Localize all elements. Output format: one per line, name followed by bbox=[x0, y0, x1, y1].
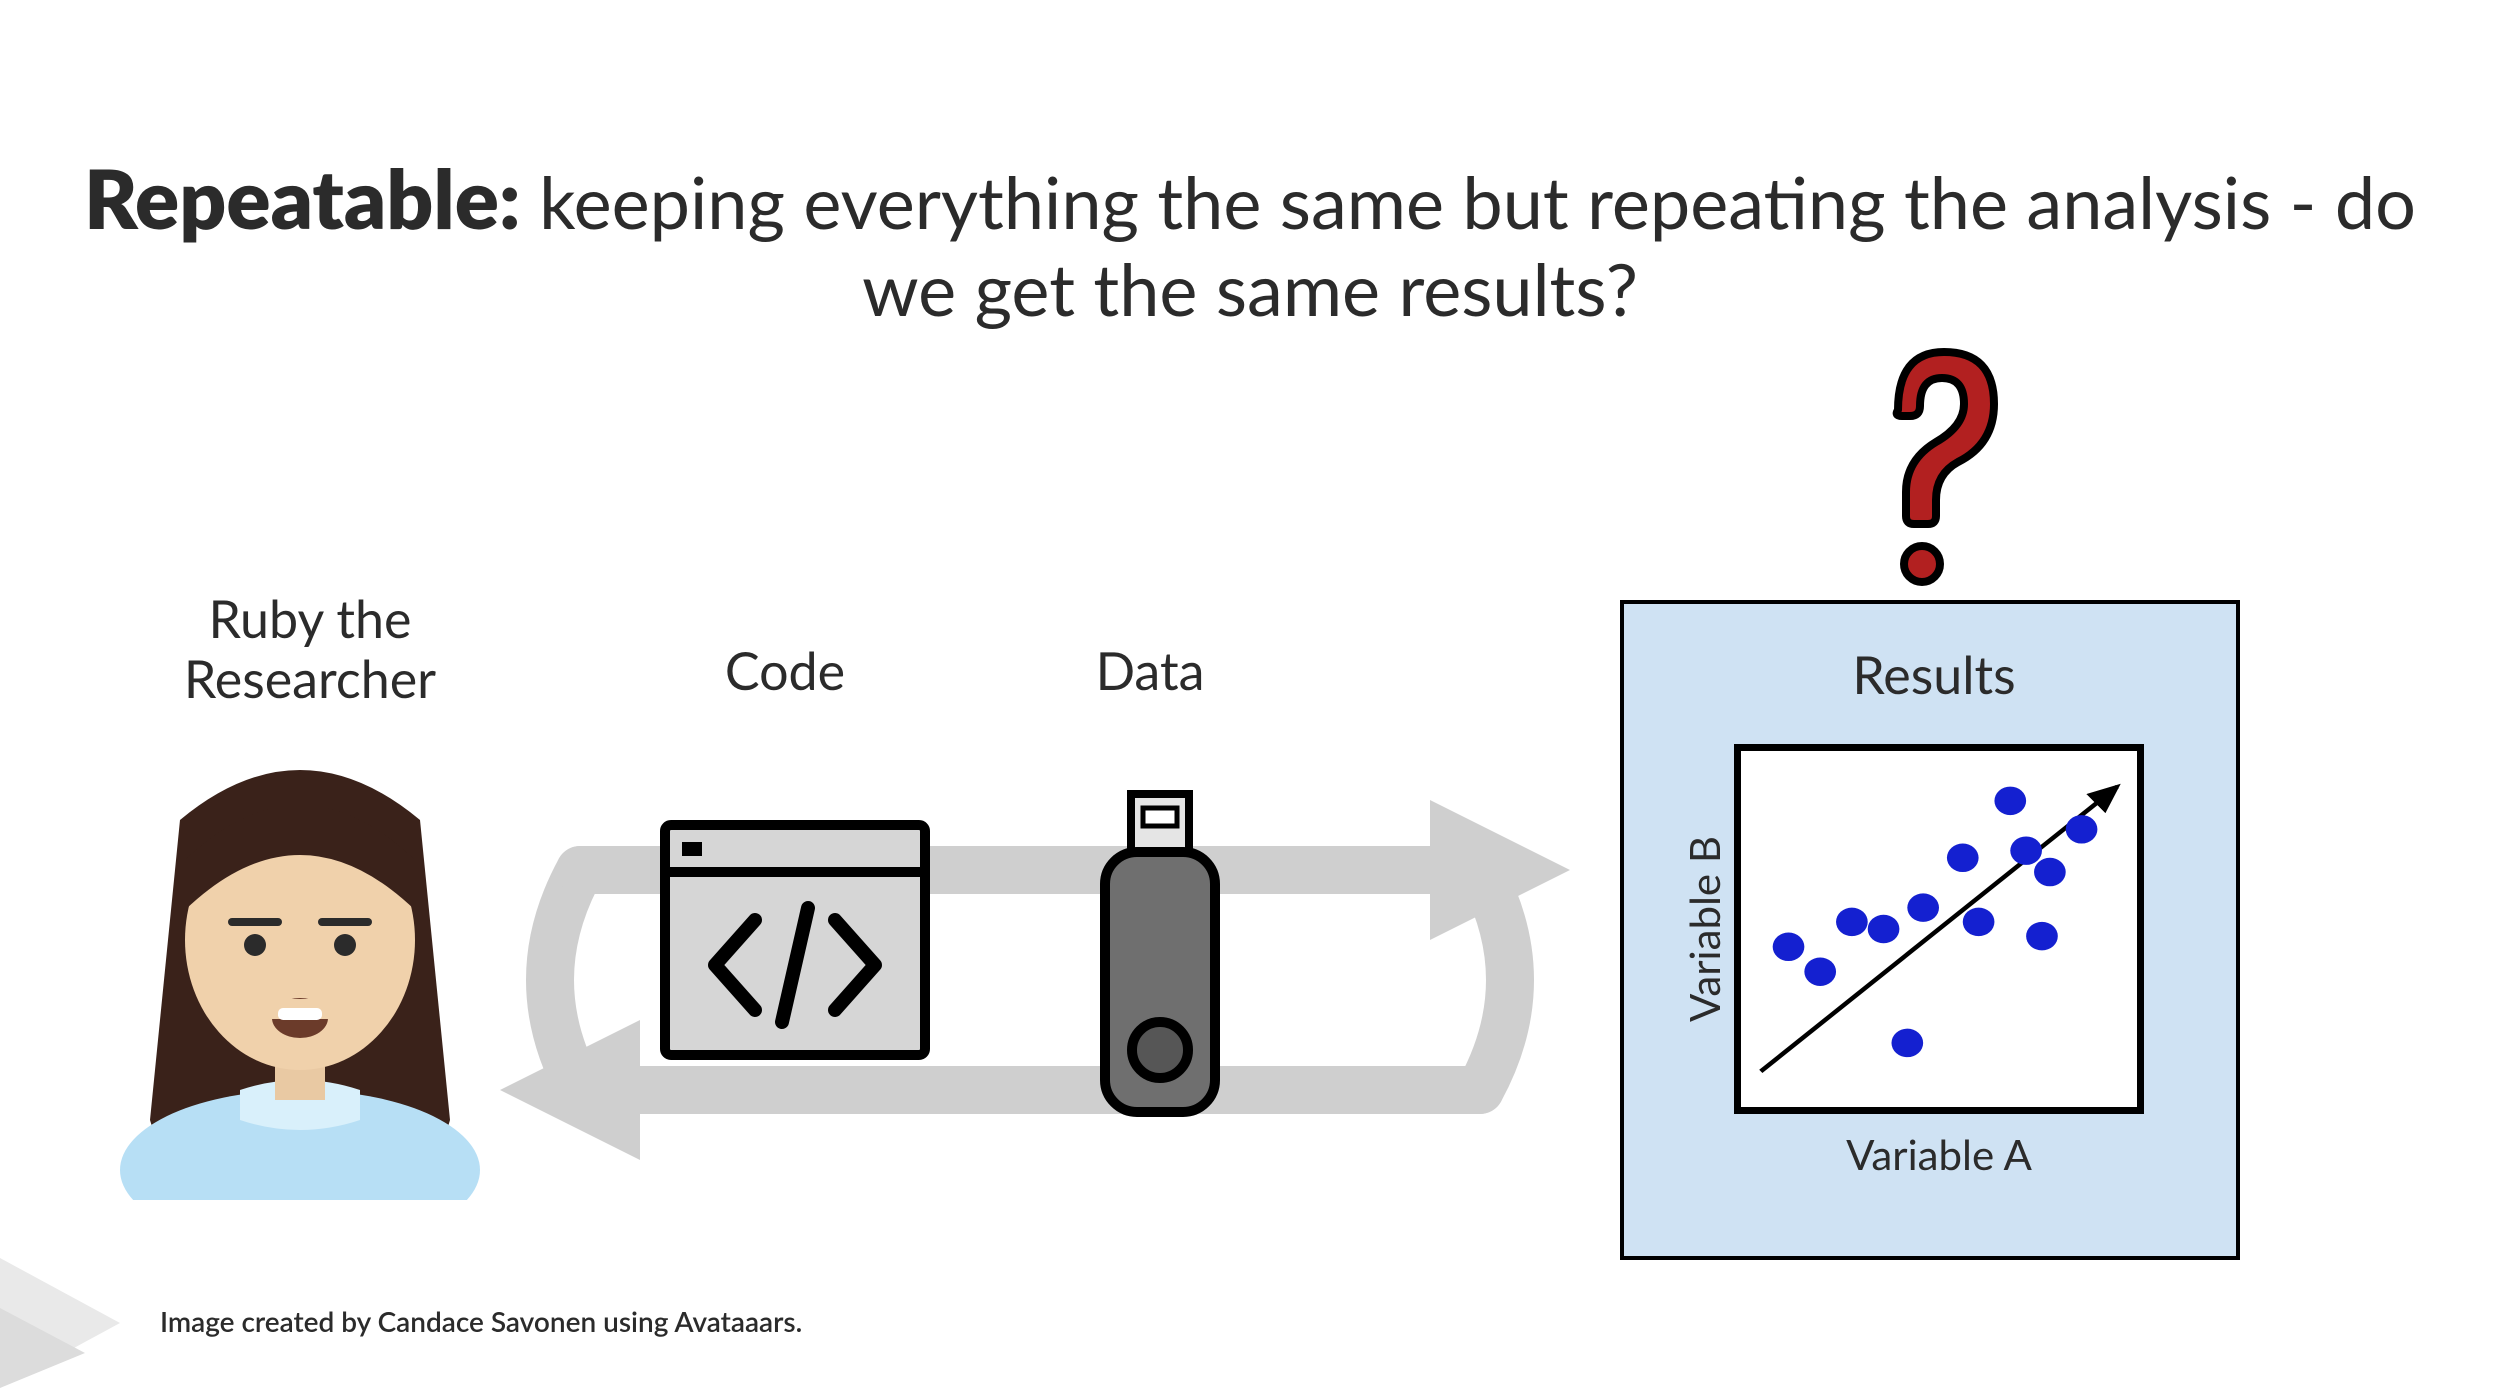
usb-drive-icon bbox=[1085, 790, 1235, 1120]
question-mark-icon bbox=[1870, 340, 2010, 590]
cycle-arrows-icon bbox=[460, 740, 1600, 1220]
title-rest: keeping everything the same but repeatin… bbox=[521, 159, 2416, 332]
x-axis-label: Variable A bbox=[1734, 1129, 2144, 1179]
researcher-avatar-icon bbox=[100, 740, 500, 1200]
title-term: Repeatable: bbox=[84, 149, 521, 247]
slide-title: Repeatable: keeping everything the same … bbox=[50, 150, 2450, 332]
code-label: Code bbox=[635, 640, 935, 702]
researcher-label: Ruby the Researcher bbox=[130, 590, 490, 710]
code-window-icon bbox=[660, 820, 930, 1060]
results-panel: Results Variable B Variable A bbox=[1620, 600, 2240, 1260]
results-title: Results bbox=[1624, 644, 2244, 706]
corner-decoration-icon bbox=[0, 1258, 180, 1388]
image-credit: Image created by Candace Savonen using A… bbox=[160, 1304, 802, 1338]
data-label: Data bbox=[1000, 640, 1300, 702]
scatter-plot bbox=[1734, 744, 2144, 1114]
y-axis-label: Variable B bbox=[1679, 744, 1729, 1114]
